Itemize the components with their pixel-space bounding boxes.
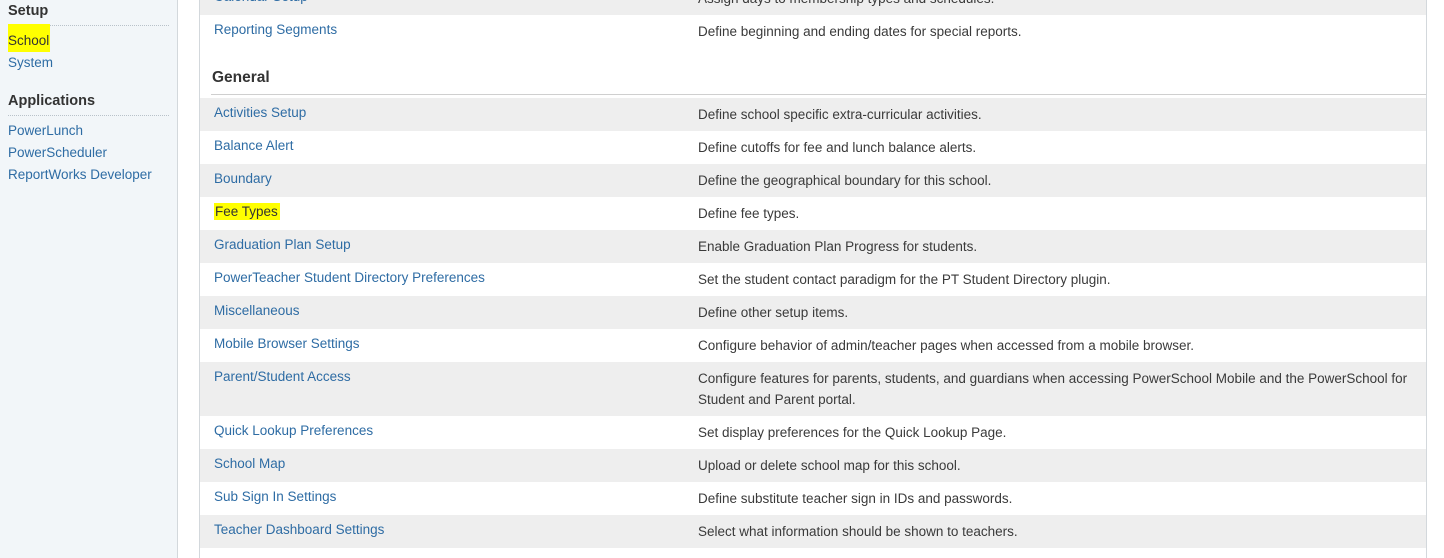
row-name-cell: Fee Types xyxy=(200,197,698,226)
table-row: Miscellaneous Define other setup items. xyxy=(200,296,1426,329)
row-description: Select what information should be shown … xyxy=(698,524,1018,539)
row-description: Define fee types. xyxy=(698,206,800,221)
sidebar-item-reportworks-developer[interactable]: ReportWorks Developer xyxy=(8,164,169,186)
setup-link-graduation-plan-setup[interactable]: Graduation Plan Setup xyxy=(214,236,351,253)
setup-link-teacher-dashboard-settings[interactable]: Teacher Dashboard Settings xyxy=(214,521,384,538)
setup-link-calendar-setup[interactable]: Calendar Setup xyxy=(214,0,308,5)
table-row: Boundary Define the geographical boundary… xyxy=(200,164,1426,197)
row-description: Assign days to membership types and sche… xyxy=(698,0,1426,15)
sidebar-group-setup: Setup School System xyxy=(0,0,177,74)
table-row: Quick Lookup Preferences Set display pref… xyxy=(200,416,1426,449)
row-description: Define the geographical boundary for thi… xyxy=(698,173,992,188)
sidebar-heading: Setup xyxy=(8,3,49,19)
setup-link-school-map[interactable]: School Map xyxy=(214,455,285,472)
row-description: Configure behavior of admin/teacher page… xyxy=(698,338,1195,353)
row-description: Set the student contact paradigm for the… xyxy=(698,272,1111,287)
row-name-cell: School Map xyxy=(200,449,698,478)
table-row: Fee Types Define fee types. xyxy=(200,197,1426,230)
table-row: Reporting Segments Define beginning and e… xyxy=(200,15,1426,48)
sidebar-group-spacer xyxy=(0,74,177,90)
row-description: Define school specific extra-curricular … xyxy=(698,107,982,122)
setup-sections: General Activities Setup Define school spe… xyxy=(200,48,1426,558)
sidebar-item-school[interactable]: School xyxy=(8,30,51,52)
table-row: Sub Sign In Settings Define substitute te… xyxy=(200,482,1426,515)
table-row: Teacher Dashboard Settings Select what in… xyxy=(200,515,1426,548)
setup-link-powerteacher-student-directory-preferences[interactable]: PowerTeacher Student Directory Preferenc… xyxy=(214,269,485,286)
setup-link-mobile-browser-settings[interactable]: Mobile Browser Settings xyxy=(214,335,360,352)
section-title-grading: Grading xyxy=(200,548,1426,558)
table-row: Parent/Student Access Configure features … xyxy=(200,362,1426,416)
setup-link-reporting-segments[interactable]: Reporting Segments xyxy=(214,21,337,38)
sidebar: Setup School System Applications PowerLunch P… xyxy=(0,0,178,558)
setup-link-fee-types[interactable]: Fee Types xyxy=(214,203,280,220)
setup-link-activities-setup[interactable]: Activities Setup xyxy=(214,104,306,121)
row-name-cell: Quick Lookup Preferences xyxy=(200,416,698,445)
setup-table: Activities Setup Define school specific e… xyxy=(200,98,1426,548)
table-row: School Map Upload or delete school map fo… xyxy=(200,449,1426,482)
content-right-divider xyxy=(1426,0,1427,558)
row-description: Set display preferences for the Quick Lo… xyxy=(698,425,1007,440)
table-row: Graduation Plan Setup Enable Graduation P… xyxy=(200,230,1426,263)
sidebar-item-system[interactable]: System xyxy=(8,52,169,74)
setup-link-parent-student-access[interactable]: Parent/Student Access xyxy=(214,368,351,385)
row-name-cell: Miscellaneous xyxy=(200,296,698,325)
table-row: PowerTeacher Student Directory Preferenc… xyxy=(200,263,1426,296)
main-content: Calendar Setup Assign days to membership … xyxy=(200,0,1426,558)
row-name-cell: Parent/Student Access xyxy=(200,362,698,391)
row-name-cell: Teacher Dashboard Settings xyxy=(200,515,698,544)
setup-link-boundary[interactable]: Boundary xyxy=(214,170,272,187)
section-rule xyxy=(211,94,1426,95)
sidebar-divider xyxy=(8,115,169,116)
row-name-cell: Reporting Segments xyxy=(200,15,698,44)
setup-top-rows: Calendar Setup Assign days to membership … xyxy=(200,0,1426,48)
setup-link-quick-lookup-preferences[interactable]: Quick Lookup Preferences xyxy=(214,422,373,439)
sidebar-divider xyxy=(8,25,169,26)
row-description: Define substitute teacher sign in IDs an… xyxy=(698,491,1013,506)
row-name-cell: Balance Alert xyxy=(200,131,698,160)
row-name-cell: Mobile Browser Settings xyxy=(200,329,698,358)
table-row: Activities Setup Define school specific e… xyxy=(200,98,1426,131)
row-name-cell: Sub Sign In Settings xyxy=(200,482,698,511)
setup-link-sub-sign-in-settings[interactable]: Sub Sign In Settings xyxy=(214,488,336,505)
row-name-cell: Activities Setup xyxy=(200,98,698,127)
row-name-cell: Calendar Setup xyxy=(200,0,698,11)
setup-link-miscellaneous[interactable]: Miscellaneous xyxy=(214,302,300,319)
sidebar-heading: Applications xyxy=(8,93,96,109)
row-name-cell: Boundary xyxy=(200,164,698,193)
row-description: Define other setup items. xyxy=(698,305,849,320)
table-row: Calendar Setup Assign days to membership … xyxy=(200,0,1426,15)
row-description: Define cutoffs for fee and lunch balance… xyxy=(698,140,977,155)
table-row: Mobile Browser Settings Configure behavio… xyxy=(200,329,1426,362)
row-name-cell: Graduation Plan Setup xyxy=(200,230,698,259)
row-description: Define beginning and ending dates for sp… xyxy=(698,24,1022,39)
row-description: Enable Graduation Plan Progress for stud… xyxy=(698,239,978,254)
table-row: Balance Alert Define cutoffs for fee and … xyxy=(200,131,1426,164)
sidebar-item-powerlunch[interactable]: PowerLunch xyxy=(8,120,169,142)
setup-link-balance-alert[interactable]: Balance Alert xyxy=(214,137,294,154)
row-description: Configure features for parents, students… xyxy=(698,371,1408,407)
row-name-cell: PowerTeacher Student Directory Preferenc… xyxy=(200,263,698,292)
row-description: Upload or delete school map for this sch… xyxy=(698,458,961,473)
sidebar-item-powerscheduler[interactable]: PowerScheduler xyxy=(8,142,169,164)
sidebar-group-applications: Applications PowerLunch PowerScheduler Repo… xyxy=(0,90,177,186)
section-title-general: General xyxy=(212,69,270,86)
